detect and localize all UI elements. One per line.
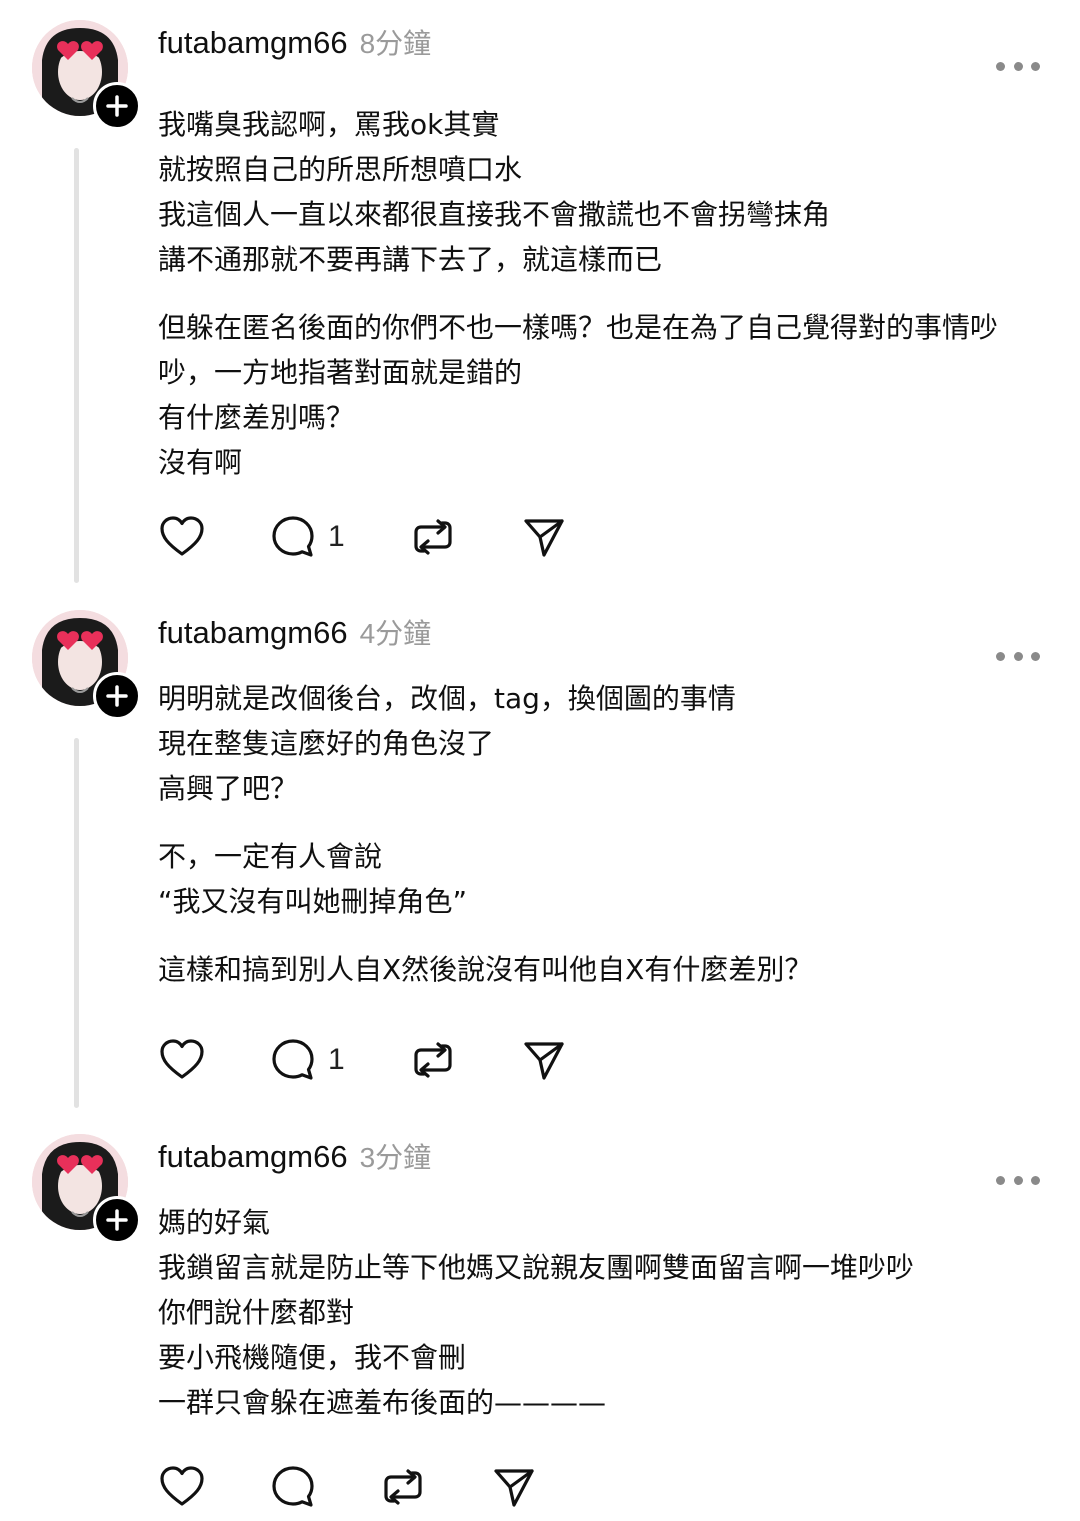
post-paragraph: 媽的好氣 我鎖留言就是防止等下他媽又說親友團啊雙面留言啊一堆吵吵 你們說什麼都對… [158, 1206, 915, 1419]
thread-line [74, 148, 79, 583]
thread-line [74, 738, 79, 1108]
username[interactable]: futabamgm66 [158, 25, 348, 61]
share-button[interactable] [522, 1035, 566, 1085]
post-paragraph: 我嘴臭我認啊，罵我ok其實 就按照自己的所思所想噴口水 我這個人一直以來都很直接… [158, 108, 831, 276]
more-dots-icon[interactable] [996, 54, 1040, 78]
post-paragraph: 明明就是改個後台，改個，tag，換個圖的事情 現在整隻這麼好的角色沒了 高興了吧… [158, 682, 736, 805]
post: futabamgm66 4分鐘 明明就是改個後台，改個，tag，換個圖的事情 現… [0, 610, 1080, 1110]
reply-button[interactable]: 1 [270, 512, 345, 562]
more-dots-icon[interactable] [996, 1168, 1040, 1192]
repost-icon [414, 1042, 452, 1078]
reply-count: 1 [328, 1043, 345, 1076]
plus-icon [106, 1209, 128, 1231]
reply-button[interactable] [270, 1462, 316, 1512]
post-body: 明明就是改個後台，改個，tag，換個圖的事情 現在整隻這麼好的角色沒了 高興了吧… [158, 676, 1048, 992]
timestamp: 4分鐘 [359, 618, 432, 649]
reply-button[interactable]: 1 [270, 1035, 345, 1085]
like-button[interactable] [158, 1035, 206, 1085]
post-header: futabamgm66 8分鐘 [158, 22, 431, 72]
send-paper-plane-icon [494, 1469, 534, 1507]
follow-button[interactable] [93, 1196, 141, 1244]
share-button[interactable] [522, 512, 566, 562]
post: futabamgm66 3分鐘 媽的好氣 我鎖留言就是防止等下他媽又說親友團啊雙… [0, 1134, 1080, 1521]
like-button[interactable] [158, 1462, 206, 1512]
post-header: futabamgm66 4分鐘 [158, 612, 431, 662]
plus-icon [106, 685, 128, 707]
reply-count: 1 [328, 520, 345, 553]
repost-icon [414, 519, 452, 555]
post-body: 媽的好氣 我鎖留言就是防止等下他媽又說親友團啊雙面留言啊一堆吵吵 你們說什麼都對… [158, 1200, 1048, 1425]
post-header: futabamgm66 3分鐘 [158, 1136, 431, 1186]
follow-button[interactable] [93, 672, 141, 720]
like-button[interactable] [158, 512, 206, 562]
post-paragraph: 這樣和搞到別人自X然後說沒有叫他自X有什麼差別？ [158, 953, 813, 986]
more-dots-icon[interactable] [996, 644, 1040, 668]
username[interactable]: futabamgm66 [158, 1139, 348, 1175]
comment-bubble-icon [272, 1039, 314, 1080]
post: futabamgm66 8分鐘 我嘴臭我認啊，罵我ok其實 就按照自己的所思所想… [0, 20, 1080, 590]
heart-icon [160, 516, 204, 556]
send-paper-plane-icon [524, 1042, 564, 1080]
repost-button[interactable] [410, 1035, 456, 1085]
post-paragraph: 不，一定有人會說 “我又沒有叫她刪掉角色” [158, 840, 468, 918]
comment-bubble-icon [272, 1466, 314, 1507]
send-paper-plane-icon [524, 519, 564, 557]
repost-button[interactable] [410, 512, 456, 562]
heart-icon [160, 1466, 204, 1506]
comment-bubble-icon [272, 516, 314, 557]
plus-icon [106, 95, 128, 117]
heart-icon [160, 1039, 204, 1079]
post-body: 我嘴臭我認啊，罵我ok其實 就按照自己的所思所想噴口水 我這個人一直以來都很直接… [158, 102, 1048, 485]
post-paragraph: 但躲在匿名後面的你們不也一樣嗎？也是在為了自己覺得對的事情吵 吵，一方地指著對面… [158, 311, 999, 479]
follow-button[interactable] [93, 82, 141, 130]
share-button[interactable] [492, 1462, 536, 1512]
repost-icon [384, 1469, 422, 1505]
timestamp: 3分鐘 [359, 1142, 432, 1173]
repost-button[interactable] [380, 1462, 426, 1512]
username[interactable]: futabamgm66 [158, 615, 348, 651]
timestamp: 8分鐘 [359, 28, 432, 59]
